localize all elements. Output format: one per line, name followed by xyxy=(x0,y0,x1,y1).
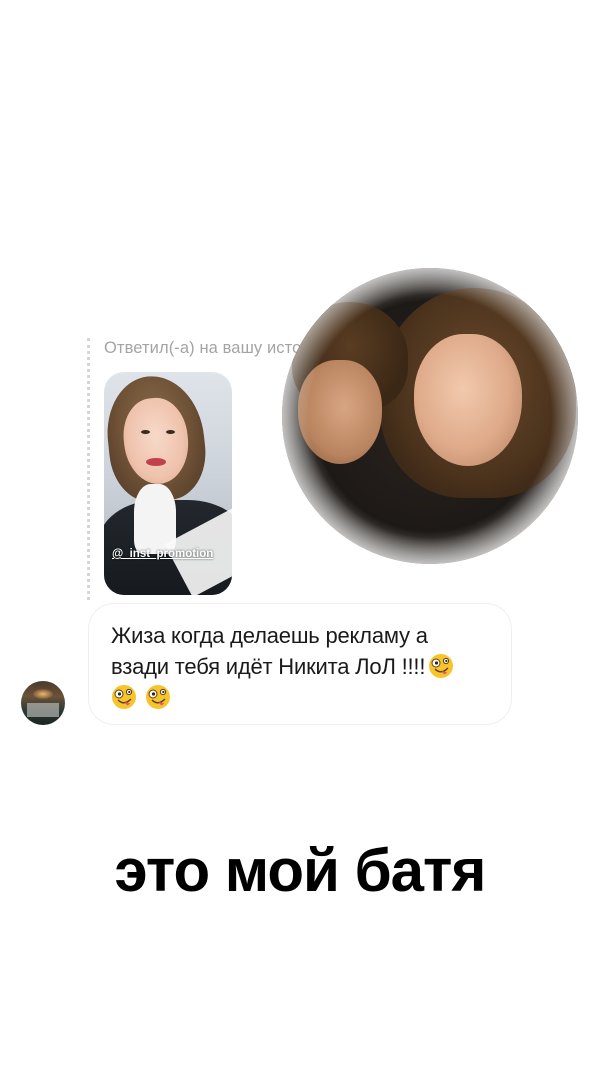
message-text: Жиза когда делаешь рекламу а взади тебя … xyxy=(111,620,493,713)
zany-face-icon xyxy=(429,654,454,678)
message-line-2: взади тебя идёт Никита ЛоЛ !!!! xyxy=(111,654,426,679)
story-lips xyxy=(146,458,166,466)
avatar-sunset xyxy=(33,689,53,699)
emoji-row xyxy=(111,682,493,713)
message-line-2-wrap: взади тебя идёт Никита ЛоЛ !!!! xyxy=(111,651,493,682)
circular-photo-sticker xyxy=(282,268,578,564)
photo-vignette xyxy=(282,268,578,564)
reply-thread-line xyxy=(87,338,90,600)
story-eye-right xyxy=(166,430,175,434)
story-thumbnail[interactable]: @_inst_promotion xyxy=(104,372,232,595)
story-eye-left xyxy=(141,430,150,434)
message-line-1: Жиза когда делаешь рекламу а xyxy=(111,623,428,648)
overlay-caption: это мой батя xyxy=(114,837,487,904)
zany-face-icon xyxy=(146,685,170,709)
sender-avatar[interactable] xyxy=(21,681,65,725)
zany-face-icon xyxy=(112,685,136,709)
story-mention-tag: @_inst_promotion xyxy=(112,548,214,560)
message-bubble[interactable]: Жиза когда делаешь рекламу а взади тебя … xyxy=(88,603,512,725)
avatar-building xyxy=(27,703,59,717)
